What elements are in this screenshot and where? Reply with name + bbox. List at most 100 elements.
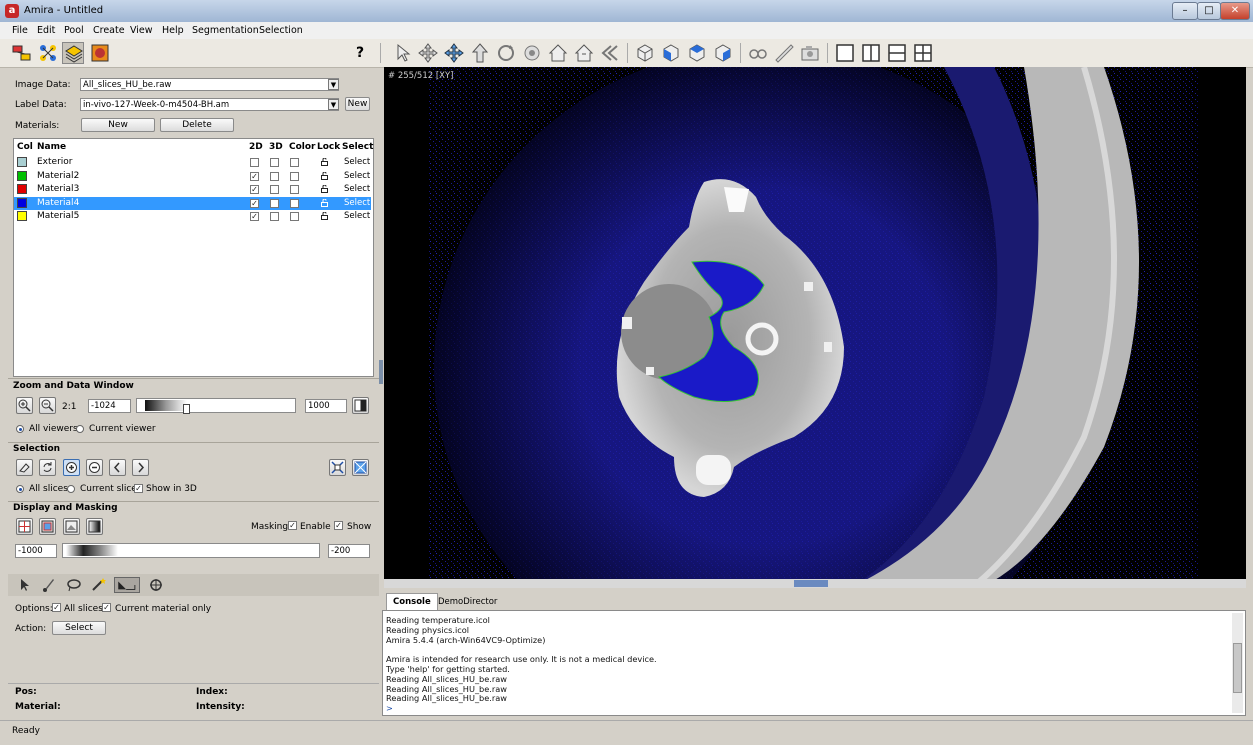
current-slice-radio[interactable]: [67, 485, 75, 493]
material-color-checkbox[interactable]: [290, 158, 299, 167]
set-home-icon[interactable]: [573, 42, 595, 64]
label-data-select[interactable]: in-vivo-127-Week-0-m4504-BH.am: [80, 98, 339, 111]
label-data-dropdown-icon[interactable]: ▼: [328, 99, 339, 110]
menu-create[interactable]: Create: [93, 25, 125, 36]
material-3d-checkbox[interactable]: [270, 171, 279, 181]
measure-icon[interactable]: [773, 42, 795, 64]
material-color-swatch[interactable]: [17, 197, 27, 208]
action-select-button[interactable]: Select: [52, 621, 106, 635]
new-label-button[interactable]: New: [345, 97, 370, 111]
view-all-icon[interactable]: [599, 42, 621, 64]
previous-slice-button[interactable]: [109, 459, 126, 476]
view-yz-icon[interactable]: [712, 42, 734, 64]
display-image-button[interactable]: [63, 518, 80, 535]
pan-icon[interactable]: [443, 42, 465, 64]
console-output[interactable]: Reading temperature.icol Reading physics.…: [382, 610, 1246, 716]
material-2d-checkbox[interactable]: ✓: [250, 198, 259, 208]
tab-console[interactable]: Console: [386, 593, 438, 610]
unlock-icon[interactable]: [321, 158, 328, 166]
all-viewers-radio[interactable]: [16, 425, 24, 433]
unlock-icon[interactable]: [321, 212, 328, 221]
viewer-horizontal-scrollbar[interactable]: [384, 579, 1246, 588]
material-2d-checkbox[interactable]: ✓: [250, 185, 259, 195]
material-2d-checkbox[interactable]: [250, 158, 259, 167]
view-xy-icon[interactable]: [660, 42, 682, 64]
panel-splitter-handle[interactable]: [379, 360, 383, 384]
material-color-swatch[interactable]: [17, 184, 27, 195]
material-row[interactable]: Material2 ✓ Select: [14, 170, 371, 183]
material-color-swatch[interactable]: [17, 211, 27, 222]
menu-selection[interactable]: Selection: [259, 25, 303, 36]
material-2d-checkbox[interactable]: ✓: [250, 171, 259, 181]
zoom-in-button[interactable]: [16, 397, 33, 414]
unlock-icon[interactable]: [321, 198, 328, 207]
material-3d-checkbox[interactable]: [270, 158, 279, 167]
tree-view-icon[interactable]: [37, 42, 59, 64]
material-color-checkbox[interactable]: [290, 185, 299, 195]
material-3d-checkbox[interactable]: [270, 212, 279, 222]
masking-show-checkbox[interactable]: ✓: [334, 521, 343, 530]
material-color-checkbox[interactable]: [290, 212, 299, 222]
all-slices-radio[interactable]: [16, 485, 24, 493]
menu-file[interactable]: File: [12, 25, 28, 36]
data-window-max-input[interactable]: 1000: [305, 399, 347, 413]
layout-two-vertical-icon[interactable]: [860, 42, 882, 64]
data-window-reset-button[interactable]: [352, 397, 369, 414]
blow-tool-icon[interactable]: [146, 577, 166, 593]
material-color-swatch[interactable]: [17, 157, 27, 167]
minimize-button[interactable]: –: [1172, 2, 1198, 20]
material-row[interactable]: Material3 ✓ Select: [14, 183, 371, 196]
threshold-tool-icon[interactable]: [114, 577, 140, 593]
lasso-tool-icon[interactable]: [64, 577, 84, 593]
add-to-material-button[interactable]: [63, 459, 80, 476]
material-row[interactable]: Material5 ✓ Select: [14, 210, 371, 223]
display-cross-button[interactable]: [16, 518, 33, 535]
material-3d-checkbox[interactable]: [270, 185, 279, 195]
display-gradient-button[interactable]: [86, 518, 103, 535]
data-window-min-input[interactable]: -1024: [88, 399, 131, 413]
new-material-button[interactable]: New: [81, 118, 155, 132]
zoom-out-button[interactable]: [39, 397, 56, 414]
masking-slider[interactable]: [62, 543, 320, 558]
current-viewer-radio[interactable]: [76, 425, 84, 433]
material-select-link[interactable]: Select: [344, 171, 370, 181]
invert-selection-button[interactable]: [39, 459, 56, 476]
material-color-swatch[interactable]: [17, 170, 27, 181]
next-slice-button[interactable]: [132, 459, 149, 476]
show-in-3d-checkbox[interactable]: ✓: [134, 484, 143, 493]
view-xz-icon[interactable]: [686, 42, 708, 64]
pool-icon[interactable]: [11, 42, 33, 64]
all-slices-option-checkbox[interactable]: ✓: [52, 603, 61, 612]
menu-view[interactable]: View: [130, 25, 153, 36]
material-color-checkbox[interactable]: [290, 198, 299, 208]
tab-demodirector[interactable]: DemoDirector: [438, 597, 497, 607]
masking-max-input[interactable]: -200: [328, 544, 370, 558]
menu-pool[interactable]: Pool: [64, 25, 84, 36]
view-cube-icon[interactable]: [634, 42, 656, 64]
material-select-link[interactable]: Select: [344, 184, 370, 194]
image-data-dropdown-icon[interactable]: ▼: [328, 79, 339, 90]
unlock-icon[interactable]: [321, 171, 328, 180]
menu-edit[interactable]: Edit: [37, 25, 55, 36]
slice-viewer[interactable]: # 255/512 [XY]: [384, 67, 1246, 586]
masking-min-input[interactable]: -1000: [15, 544, 57, 558]
layout-single-icon[interactable]: [834, 42, 856, 64]
brush-tool-icon[interactable]: [39, 577, 59, 593]
material-select-link[interactable]: Select: [344, 198, 370, 208]
shrink-selection-button[interactable]: [329, 459, 346, 476]
pick-tool-icon[interactable]: [14, 577, 34, 593]
viewer-scroll-thumb[interactable]: [794, 580, 828, 587]
delete-material-button[interactable]: Delete: [160, 118, 234, 132]
maximize-button[interactable]: □: [1197, 2, 1221, 20]
material-2d-checkbox[interactable]: ✓: [250, 212, 259, 222]
translate-icon[interactable]: [417, 42, 439, 64]
data-window-handle[interactable]: [183, 404, 190, 414]
layout-four-icon[interactable]: [912, 42, 934, 64]
console-vertical-scrollbar[interactable]: [1232, 613, 1243, 713]
menu-help[interactable]: Help: [162, 25, 184, 36]
current-material-only-checkbox[interactable]: ✓: [102, 603, 111, 612]
magic-wand-tool-icon[interactable]: [89, 577, 109, 593]
close-button[interactable]: ✕: [1220, 2, 1250, 20]
clear-selection-button[interactable]: [16, 459, 33, 476]
grow-selection-button[interactable]: [352, 459, 369, 476]
